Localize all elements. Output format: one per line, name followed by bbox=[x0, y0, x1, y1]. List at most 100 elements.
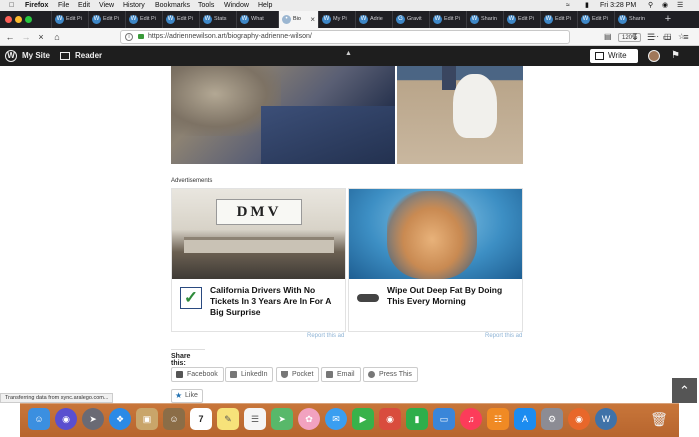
tab[interactable]: W What bbox=[236, 11, 273, 28]
back-button[interactable]: ← bbox=[4, 30, 16, 44]
menu-file[interactable]: File bbox=[58, 0, 69, 11]
menu-window[interactable]: Window bbox=[224, 0, 249, 11]
avatar[interactable] bbox=[648, 50, 660, 62]
lock-icon[interactable] bbox=[138, 34, 144, 39]
share-linkedin-button[interactable]: LinkedIn bbox=[225, 367, 274, 382]
launchpad-icon[interactable]: ➤ bbox=[82, 408, 104, 430]
library-icon[interactable]: ☰ bbox=[646, 30, 656, 44]
tab[interactable]: W Edit Pi bbox=[51, 11, 88, 28]
control-center-icon[interactable]: ☰ bbox=[677, 0, 683, 11]
info-icon[interactable]: i bbox=[125, 33, 133, 41]
menu-view[interactable]: View bbox=[99, 0, 114, 11]
home-button[interactable]: ⌂ bbox=[51, 30, 63, 44]
new-tab-button[interactable]: + bbox=[662, 11, 674, 28]
share-facebook-button[interactable]: Facebook bbox=[171, 367, 224, 382]
wordpress-icon[interactable]: W bbox=[595, 408, 617, 430]
photo-booth-icon[interactable]: ▣ bbox=[136, 408, 158, 430]
wordpress-logo-icon[interactable]: W bbox=[5, 50, 17, 62]
messages-icon[interactable]: ✉ bbox=[325, 408, 347, 430]
siri-icon[interactable]: ◉ bbox=[55, 408, 77, 430]
share-pocket-button[interactable]: Pocket bbox=[276, 367, 320, 382]
write-button[interactable]: Write bbox=[590, 49, 638, 63]
siri-icon[interactable]: ◉ bbox=[662, 0, 668, 11]
scroll-to-top-button[interactable]: ⌃ bbox=[672, 378, 697, 403]
report-ad-link[interactable]: Report this ad bbox=[307, 333, 344, 339]
ad-card-dmv[interactable]: DMV ✓ California Drivers With No Tickets… bbox=[171, 188, 346, 332]
reader-icon[interactable] bbox=[60, 52, 70, 60]
numbers-icon[interactable]: ▮ bbox=[406, 408, 428, 430]
my-site-link[interactable]: My Site bbox=[22, 46, 50, 66]
tab[interactable]: W Edit Pi bbox=[125, 11, 162, 28]
tab[interactable]: W My Pi bbox=[318, 11, 355, 28]
tab[interactable]: W Edit Pi bbox=[88, 11, 125, 28]
dog-photo bbox=[397, 66, 523, 164]
tab[interactable]: W Edit Pi bbox=[162, 11, 199, 28]
close-tab-icon[interactable]: × bbox=[310, 11, 315, 28]
ibooks-icon[interactable]: ☷ bbox=[487, 408, 509, 430]
report-ad-link[interactable]: Report this ad bbox=[485, 333, 522, 339]
finder-icon[interactable]: ☺ bbox=[28, 408, 50, 430]
sidebar-icon[interactable]: ▭ bbox=[662, 30, 672, 44]
stop-loading-button[interactable]: × bbox=[35, 30, 47, 44]
notifications-bell-icon[interactable]: ⚑ bbox=[671, 50, 680, 62]
tab[interactable]: W Sharin bbox=[614, 11, 651, 28]
maximize-window-icon[interactable] bbox=[25, 16, 32, 23]
photo-booth-icon[interactable]: ◉ bbox=[379, 408, 401, 430]
safari-icon[interactable]: ❖ bbox=[109, 408, 131, 430]
url-bar[interactable]: i https://adriennewilson.art/biography-a… bbox=[120, 30, 685, 44]
keynote-icon[interactable]: ▭ bbox=[433, 408, 455, 430]
reader-link[interactable]: Reader bbox=[75, 46, 102, 66]
reader-view-icon[interactable]: ▤ bbox=[604, 31, 612, 43]
facetime-icon[interactable]: ▶ bbox=[352, 408, 374, 430]
ad-headline[interactable]: Wipe Out Deep Fat By Doing This Every Mo… bbox=[387, 285, 517, 307]
system-preferences-icon[interactable]: ⚙ bbox=[541, 408, 563, 430]
hamburger-menu-icon[interactable]: ≡ bbox=[680, 30, 692, 44]
notes-icon[interactable]: ✎ bbox=[217, 408, 239, 430]
maps-icon[interactable]: ➤ bbox=[271, 408, 293, 430]
app-store-icon[interactable]: A bbox=[514, 408, 536, 430]
forward-button[interactable]: → bbox=[20, 30, 32, 44]
tab[interactable]: W Adrie bbox=[355, 11, 392, 28]
ad-card-fat[interactable]: Wipe Out Deep Fat By Doing This Every Mo… bbox=[348, 188, 523, 332]
tab[interactable]: W Edit Pi bbox=[540, 11, 577, 28]
share-email-button[interactable]: Email bbox=[321, 367, 361, 382]
ad-headline[interactable]: California Drivers With No Tickets In 3 … bbox=[210, 285, 340, 318]
calendar-icon[interactable]: 7 bbox=[190, 408, 212, 430]
tab[interactable]: W Sharin bbox=[466, 11, 503, 28]
trash-icon[interactable]: 🗑 bbox=[648, 408, 670, 430]
close-window-icon[interactable] bbox=[5, 16, 12, 23]
downloads-icon[interactable]: ↧ bbox=[630, 30, 640, 44]
tab[interactable]: W Edit Pi bbox=[429, 11, 466, 28]
minimize-window-icon[interactable] bbox=[15, 16, 22, 23]
ad-image[interactable] bbox=[349, 189, 522, 279]
collapse-toolbar-icon[interactable]: ▲ bbox=[345, 49, 352, 59]
battery-icon[interactable]: ▮ bbox=[585, 0, 589, 11]
tab-active[interactable]: • Bio × bbox=[278, 11, 318, 28]
reminders-icon[interactable]: ☰ bbox=[244, 408, 266, 430]
spotlight-icon[interactable]: ⚲ bbox=[648, 0, 653, 11]
facebook-icon bbox=[176, 371, 183, 378]
menu-tools[interactable]: Tools bbox=[198, 0, 214, 11]
write-icon bbox=[595, 52, 604, 60]
contacts-icon[interactable]: ☺ bbox=[163, 408, 185, 430]
tab[interactable]: W Edit Pi bbox=[577, 11, 614, 28]
apple-menu-icon[interactable]:  bbox=[9, 0, 14, 11]
tab[interactable]: W Edit Pi bbox=[503, 11, 540, 28]
photos-icon[interactable]: ✿ bbox=[298, 408, 320, 430]
like-button[interactable]: ★ Like bbox=[171, 389, 203, 403]
wifi-icon[interactable]: ≈ bbox=[566, 0, 570, 11]
clock[interactable]: Fri 3:28 PM bbox=[600, 0, 636, 11]
body-figure bbox=[387, 191, 477, 279]
menu-history[interactable]: History bbox=[123, 0, 145, 11]
firefox-icon[interactable]: ◉ bbox=[568, 408, 590, 430]
app-menu[interactable]: Firefox bbox=[25, 0, 48, 11]
share-press-this-button[interactable]: Press This bbox=[363, 367, 418, 382]
url-text[interactable]: https://adriennewilson.art/biography-adr… bbox=[148, 31, 312, 43]
menu-help[interactable]: Help bbox=[258, 0, 272, 11]
itunes-icon[interactable]: ♫ bbox=[460, 408, 482, 430]
tab[interactable]: G Gravit bbox=[392, 11, 429, 28]
menu-bookmarks[interactable]: Bookmarks bbox=[155, 0, 190, 11]
menu-edit[interactable]: Edit bbox=[78, 0, 90, 11]
tab[interactable]: W Stats bbox=[199, 11, 236, 28]
ad-image[interactable]: DMV bbox=[172, 189, 345, 279]
